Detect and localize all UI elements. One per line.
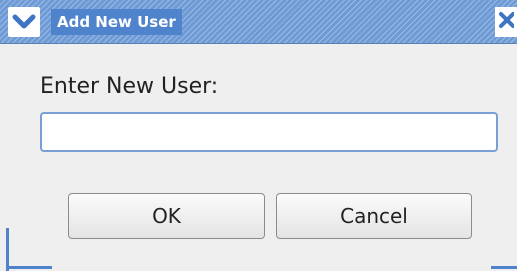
ok-button-label: OK bbox=[152, 204, 181, 228]
window-title: Add New User bbox=[51, 9, 182, 35]
close-icon bbox=[498, 11, 515, 33]
prompt-label: Enter New User: bbox=[40, 74, 219, 99]
dialog-body: Enter New User: OK Cancel bbox=[0, 44, 517, 271]
window-frame-bottom-right bbox=[491, 266, 517, 269]
title-bar[interactable]: Add New User bbox=[0, 0, 517, 44]
close-button[interactable] bbox=[495, 7, 517, 37]
window-menu-button[interactable] bbox=[8, 7, 40, 37]
add-new-user-dialog: Add New User Enter New User: OK Cancel bbox=[0, 0, 517, 271]
new-user-input[interactable] bbox=[40, 112, 498, 152]
chevron-down-icon bbox=[12, 13, 36, 31]
window-frame-left bbox=[6, 228, 9, 271]
ok-button[interactable]: OK bbox=[68, 193, 265, 239]
cancel-button[interactable]: Cancel bbox=[276, 193, 472, 239]
window-frame-bottom-left bbox=[6, 266, 52, 269]
cancel-button-label: Cancel bbox=[340, 204, 408, 228]
